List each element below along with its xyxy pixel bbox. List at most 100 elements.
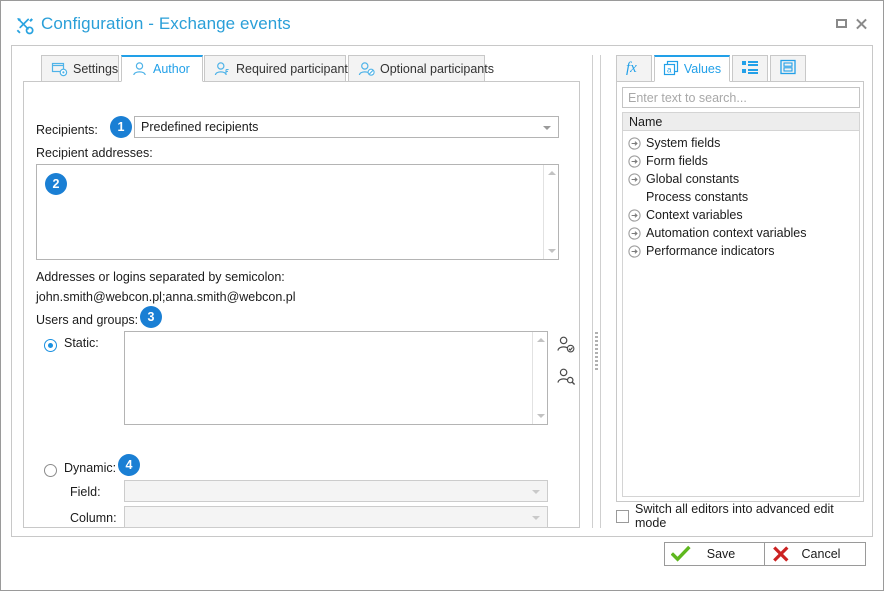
expand-arrow-icon[interactable]: [627, 172, 642, 187]
tab-values-label: Values: [683, 62, 722, 76]
user-check-icon[interactable]: [556, 335, 576, 355]
tab-optional-label: Optional participants: [380, 61, 494, 76]
tree-item-label: Form fields: [646, 154, 708, 168]
values-a-icon: a: [663, 60, 680, 79]
right-tab-strip: fx a Values: [608, 55, 864, 82]
function-fx-icon: fx: [624, 58, 644, 79]
tree-column-header-label: Name: [629, 114, 663, 129]
scroll-up-icon[interactable]: [537, 338, 545, 342]
dialog-window: Configuration - Exchange events Settings…: [0, 0, 884, 591]
chevron-down-icon: [532, 516, 540, 520]
expand-arrow-icon[interactable]: [627, 208, 642, 223]
static-label: Static:: [64, 336, 99, 350]
tree-item[interactable]: Automation context variables: [623, 224, 859, 242]
users-groups-label: Users and groups:: [36, 313, 139, 327]
tree-item-label: Context variables: [646, 208, 743, 222]
title-bar: Configuration - Exchange events: [1, 1, 883, 45]
tree-item[interactable]: Form fields: [623, 152, 859, 170]
scroll-down-icon[interactable]: [537, 414, 545, 418]
field-label: Field:: [70, 485, 101, 499]
svg-text:a: a: [667, 65, 672, 74]
field-dropdown[interactable]: [124, 480, 548, 502]
addresses-hint-line1: Addresses or logins separated by semicol…: [36, 270, 285, 284]
tree-item-label: Global constants: [646, 172, 740, 186]
tab-strip: Settings Author Required participants Op…: [23, 55, 580, 82]
scroll-down-icon[interactable]: [548, 249, 556, 253]
tab-author[interactable]: Author: [121, 55, 203, 82]
cancel-button[interactable]: Cancel: [764, 542, 866, 566]
chevron-down-icon: [532, 490, 540, 494]
panel-splitter[interactable]: [591, 55, 602, 528]
user-optional-icon: [358, 61, 375, 77]
right-panel: fx a Values Enter text to search... Name…: [608, 55, 864, 530]
svg-text:fx: fx: [626, 60, 637, 76]
form-card-icon: [779, 59, 797, 78]
save-button-label: Save: [706, 547, 736, 561]
check-icon: [670, 545, 691, 563]
save-button[interactable]: Save: [664, 542, 766, 566]
list-icon: [741, 59, 759, 78]
splitter-grip[interactable]: [595, 332, 598, 370]
settings-gear-icon: [51, 61, 68, 77]
tree-item-label: System fields: [646, 136, 721, 150]
search-placeholder: Enter text to search...: [628, 90, 747, 105]
tab-values[interactable]: a Values: [654, 55, 730, 82]
scroll-up-icon[interactable]: [548, 171, 556, 175]
window-title: Configuration - Exchange events: [41, 14, 291, 33]
maximize-icon: [836, 19, 847, 28]
tree-item-label: Automation context variables: [646, 226, 807, 240]
badge-1: 1: [110, 116, 132, 138]
dynamic-radio[interactable]: [44, 464, 57, 477]
badge-3: 3: [140, 306, 162, 328]
tree-item[interactable]: Process constants: [623, 188, 859, 206]
left-panel: Settings Author Required participants Op…: [23, 55, 580, 528]
recipients-label: Recipients:: [36, 123, 98, 137]
expand-arrow-icon[interactable]: [627, 154, 642, 169]
recipient-addresses-label: Recipient addresses:: [36, 146, 153, 160]
user-search-icon[interactable]: [556, 367, 576, 387]
column-label: Column:: [70, 511, 117, 525]
static-users-input[interactable]: [124, 331, 548, 425]
tab-optional-participants[interactable]: Optional participants: [348, 55, 494, 82]
user-icon: [131, 61, 148, 77]
cancel-x-icon: [771, 545, 791, 563]
tab-required-participants[interactable]: Required participants: [204, 55, 354, 82]
advanced-edit-mode-checkbox[interactable]: Switch all editors into advanced edit mo…: [616, 502, 864, 530]
tab-form-card[interactable]: [770, 55, 806, 82]
tab-settings-label: Settings: [73, 61, 119, 76]
addresses-hint-line2: john.smith@webcon.pl;anna.smith@webcon.p…: [36, 290, 296, 304]
tree-item[interactable]: Global constants: [623, 170, 859, 188]
tree-item-label: Process constants: [646, 190, 749, 204]
badge-2: 2: [45, 173, 67, 195]
static-users-scrollbar[interactable]: [532, 332, 547, 424]
badge-4: 4: [118, 454, 140, 476]
chevron-down-icon: [543, 126, 551, 130]
tab-settings[interactable]: Settings: [41, 55, 119, 82]
expand-arrow-icon[interactable]: [627, 136, 642, 151]
expand-arrow-icon[interactable]: [627, 226, 642, 241]
tree-item[interactable]: Context variables: [623, 206, 859, 224]
tab-required-label: Required participants: [236, 61, 355, 76]
content-frame: Settings Author Required participants Op…: [11, 45, 873, 537]
recipient-addresses-scrollbar[interactable]: [543, 165, 558, 259]
checkbox-box[interactable]: [616, 509, 629, 523]
tab-function[interactable]: fx: [616, 55, 652, 82]
expand-arrow-icon[interactable]: [627, 244, 642, 259]
advanced-edit-mode-label: Switch all editors into advanced edit mo…: [635, 502, 834, 530]
tree-item[interactable]: System fields: [623, 134, 859, 152]
values-tree[interactable]: System fields Form fields Global constan…: [622, 131, 860, 497]
static-radio[interactable]: [44, 339, 57, 352]
tab-list[interactable]: [732, 55, 768, 82]
tree-item-label: Performance indicators: [646, 244, 775, 258]
column-dropdown[interactable]: [124, 506, 548, 528]
tree-column-header: Name: [622, 112, 860, 131]
close-button[interactable]: [854, 16, 870, 32]
recipients-dropdown[interactable]: Predefined recipients: [134, 116, 559, 138]
tab-author-label: Author: [153, 62, 190, 76]
recipients-value: Predefined recipients: [141, 120, 259, 134]
search-input[interactable]: Enter text to search...: [622, 87, 860, 108]
tree-item[interactable]: Performance indicators: [623, 242, 859, 260]
maximize-button[interactable]: [834, 16, 850, 32]
cancel-button-label: Cancel: [801, 547, 841, 561]
recipient-addresses-input[interactable]: 2: [36, 164, 559, 260]
